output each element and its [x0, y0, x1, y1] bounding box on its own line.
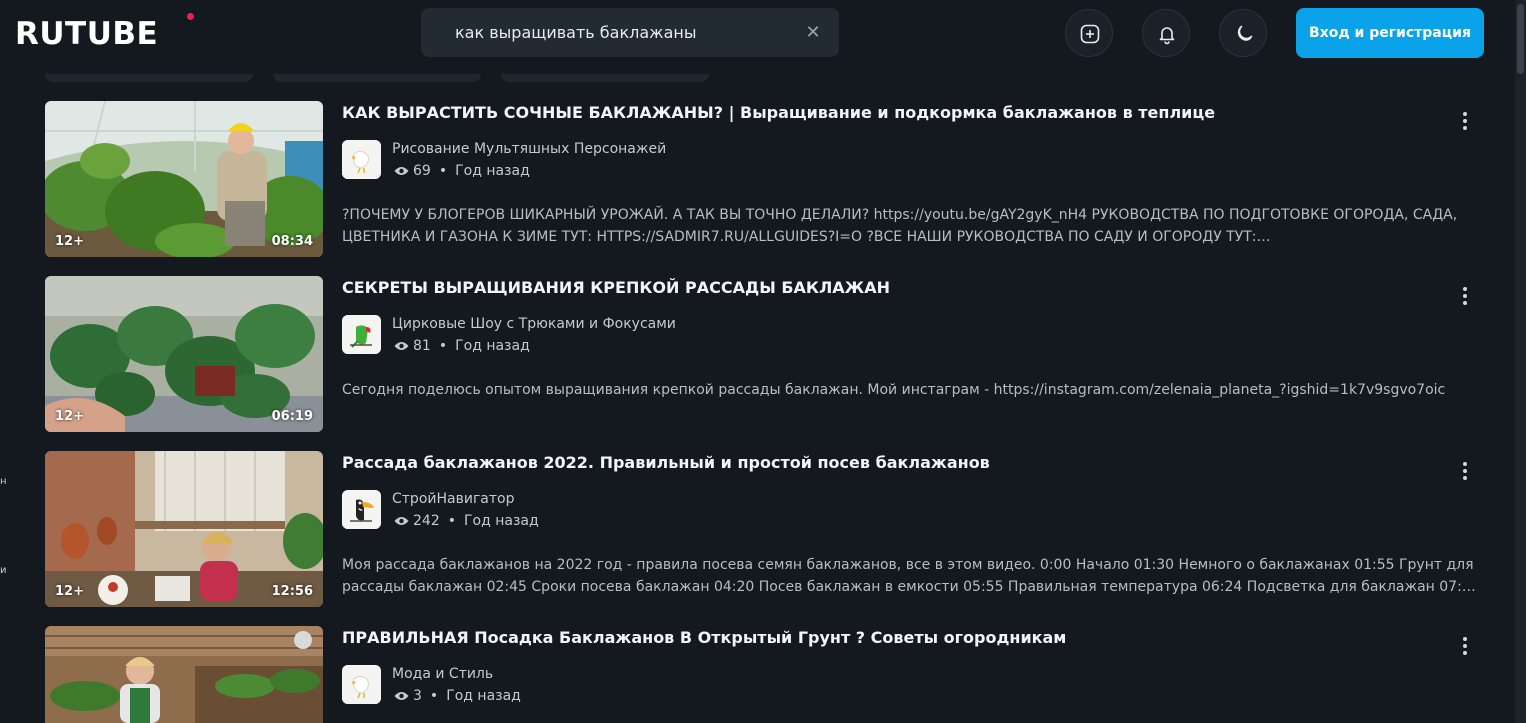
channel-avatar[interactable]: [342, 315, 381, 354]
video-title[interactable]: ПРАВИЛЬНАЯ Посадка Баклажанов В Открытый…: [342, 628, 1402, 648]
upload-date: Год назад: [446, 688, 521, 704]
more-vertical-icon: [1463, 637, 1467, 655]
channel-avatar[interactable]: [342, 490, 381, 529]
more-vertical-icon: [1463, 287, 1467, 305]
video-thumbnail[interactable]: 12+ 08:34: [45, 101, 323, 257]
video-item[interactable]: 12+ 06:19 СЕКРЕТЫ ВЫРАЩИВАНИЯ КРЕПКОЙ РА…: [45, 276, 1485, 432]
logo[interactable]: RUTUBE: [15, 17, 158, 51]
channel-avatar[interactable]: [342, 140, 381, 179]
meta-separator: •: [429, 688, 439, 704]
meta-separator: •: [438, 163, 448, 179]
video-thumbnail[interactable]: [45, 626, 323, 723]
toucan-icon: [342, 490, 381, 529]
duration-badge: 06:19: [271, 409, 313, 424]
more-button[interactable]: [1450, 107, 1480, 137]
meta-separator: •: [438, 338, 448, 354]
more-vertical-icon: [1463, 462, 1467, 480]
bell-icon: [1159, 27, 1175, 45]
eye-icon: [394, 342, 409, 350]
upload-date: Год назад: [455, 163, 530, 179]
upload-date: Год назад: [464, 513, 539, 529]
view-count: 3: [413, 688, 422, 704]
age-rating-badge: 12+: [55, 234, 84, 249]
search-box[interactable]: ✕: [421, 8, 839, 57]
bird-icon: [342, 665, 381, 704]
meta-separator: •: [447, 513, 456, 529]
filter-chip[interactable]: [45, 74, 253, 82]
more-button[interactable]: [1450, 457, 1480, 487]
sidebar-edge-text: н: [0, 476, 7, 487]
video-meta: 69 • Год назад: [394, 163, 530, 179]
view-count: 69: [413, 163, 431, 179]
video-meta: 81 • Год назад: [394, 338, 530, 354]
search-input[interactable]: [455, 20, 795, 44]
upload-button[interactable]: [1065, 9, 1113, 57]
video-description[interactable]: ?ПОЧЕМУ У БЛОГЕРОВ ШИКАРНЫЙ УРОЖАЙ. А ТА…: [342, 204, 1482, 248]
notifications-button[interactable]: [1142, 9, 1190, 57]
channel-name[interactable]: Рисование Мультяшных Персонажей: [392, 141, 666, 157]
view-count: 81: [413, 338, 431, 354]
video-title[interactable]: Рассада баклажанов 2022. Правильный и пр…: [342, 453, 1402, 473]
more-button[interactable]: [1450, 282, 1480, 312]
logo-dot: [187, 13, 194, 20]
channel-name[interactable]: Мода и Стиль: [392, 666, 493, 682]
parrot-icon: [342, 315, 381, 354]
header: RUTUBE ✕ Вход и регистрация: [0, 0, 1526, 75]
close-icon[interactable]: ✕: [801, 21, 825, 45]
duration-badge: 08:34: [271, 234, 313, 249]
filter-chip[interactable]: [501, 74, 709, 82]
video-meta: 3 • Год назад: [394, 688, 521, 704]
filter-chip[interactable]: [273, 74, 481, 82]
theme-toggle-button[interactable]: [1219, 9, 1267, 57]
age-rating-badge: 12+: [55, 584, 84, 599]
bird-icon: [342, 140, 381, 179]
thumbnail-image: [45, 626, 323, 723]
video-item[interactable]: 12+ 12:56 Рассада баклажанов 2022. Прави…: [45, 451, 1485, 607]
channel-name[interactable]: Цирковые Шоу с Трюками и Фокусами: [392, 316, 676, 332]
video-thumbnail[interactable]: 12+ 06:19: [45, 276, 323, 432]
age-rating-badge: 12+: [55, 409, 84, 424]
more-button[interactable]: [1450, 632, 1480, 662]
video-item[interactable]: 12+ 08:34 КАК ВЫРАСТИТЬ СОЧНЫЕ БАКЛАЖАНЫ…: [45, 101, 1485, 257]
video-title[interactable]: СЕКРЕТЫ ВЫРАЩИВАНИЯ КРЕПКОЙ РАССАДЫ БАКЛ…: [342, 278, 1402, 298]
channel-avatar[interactable]: [342, 665, 381, 704]
eye-icon: [394, 517, 409, 525]
video-description[interactable]: Сегодня поделюсь опытом выращивания креп…: [342, 379, 1482, 401]
more-vertical-icon: [1463, 112, 1467, 130]
video-item[interactable]: ПРАВИЛЬНАЯ Посадка Баклажанов В Открытый…: [45, 626, 1485, 723]
video-title[interactable]: КАК ВЫРАСТИТЬ СОЧНЫЕ БАКЛАЖАНЫ? | Выращи…: [342, 103, 1402, 123]
scrollbar-track[interactable]: [1515, 0, 1526, 723]
sidebar-edge-text: и: [0, 565, 7, 576]
video-meta: 242 • Год назад: [394, 513, 539, 529]
video-description[interactable]: Моя рассада баклажанов на 2022 год - пра…: [342, 554, 1482, 598]
video-thumbnail[interactable]: 12+ 12:56: [45, 451, 323, 607]
upload-date: Год назад: [455, 338, 530, 354]
moon-icon: [1237, 25, 1253, 41]
scrollbar-thumb[interactable]: [1517, 4, 1524, 74]
eye-icon: [394, 692, 409, 700]
duration-badge: 12:56: [271, 584, 313, 599]
login-button[interactable]: Вход и регистрация: [1296, 8, 1484, 58]
plus-square-icon: [1080, 24, 1100, 44]
eye-icon: [394, 167, 409, 175]
channel-name[interactable]: СтройНавигатор: [392, 491, 514, 507]
view-count: 242: [413, 513, 440, 529]
